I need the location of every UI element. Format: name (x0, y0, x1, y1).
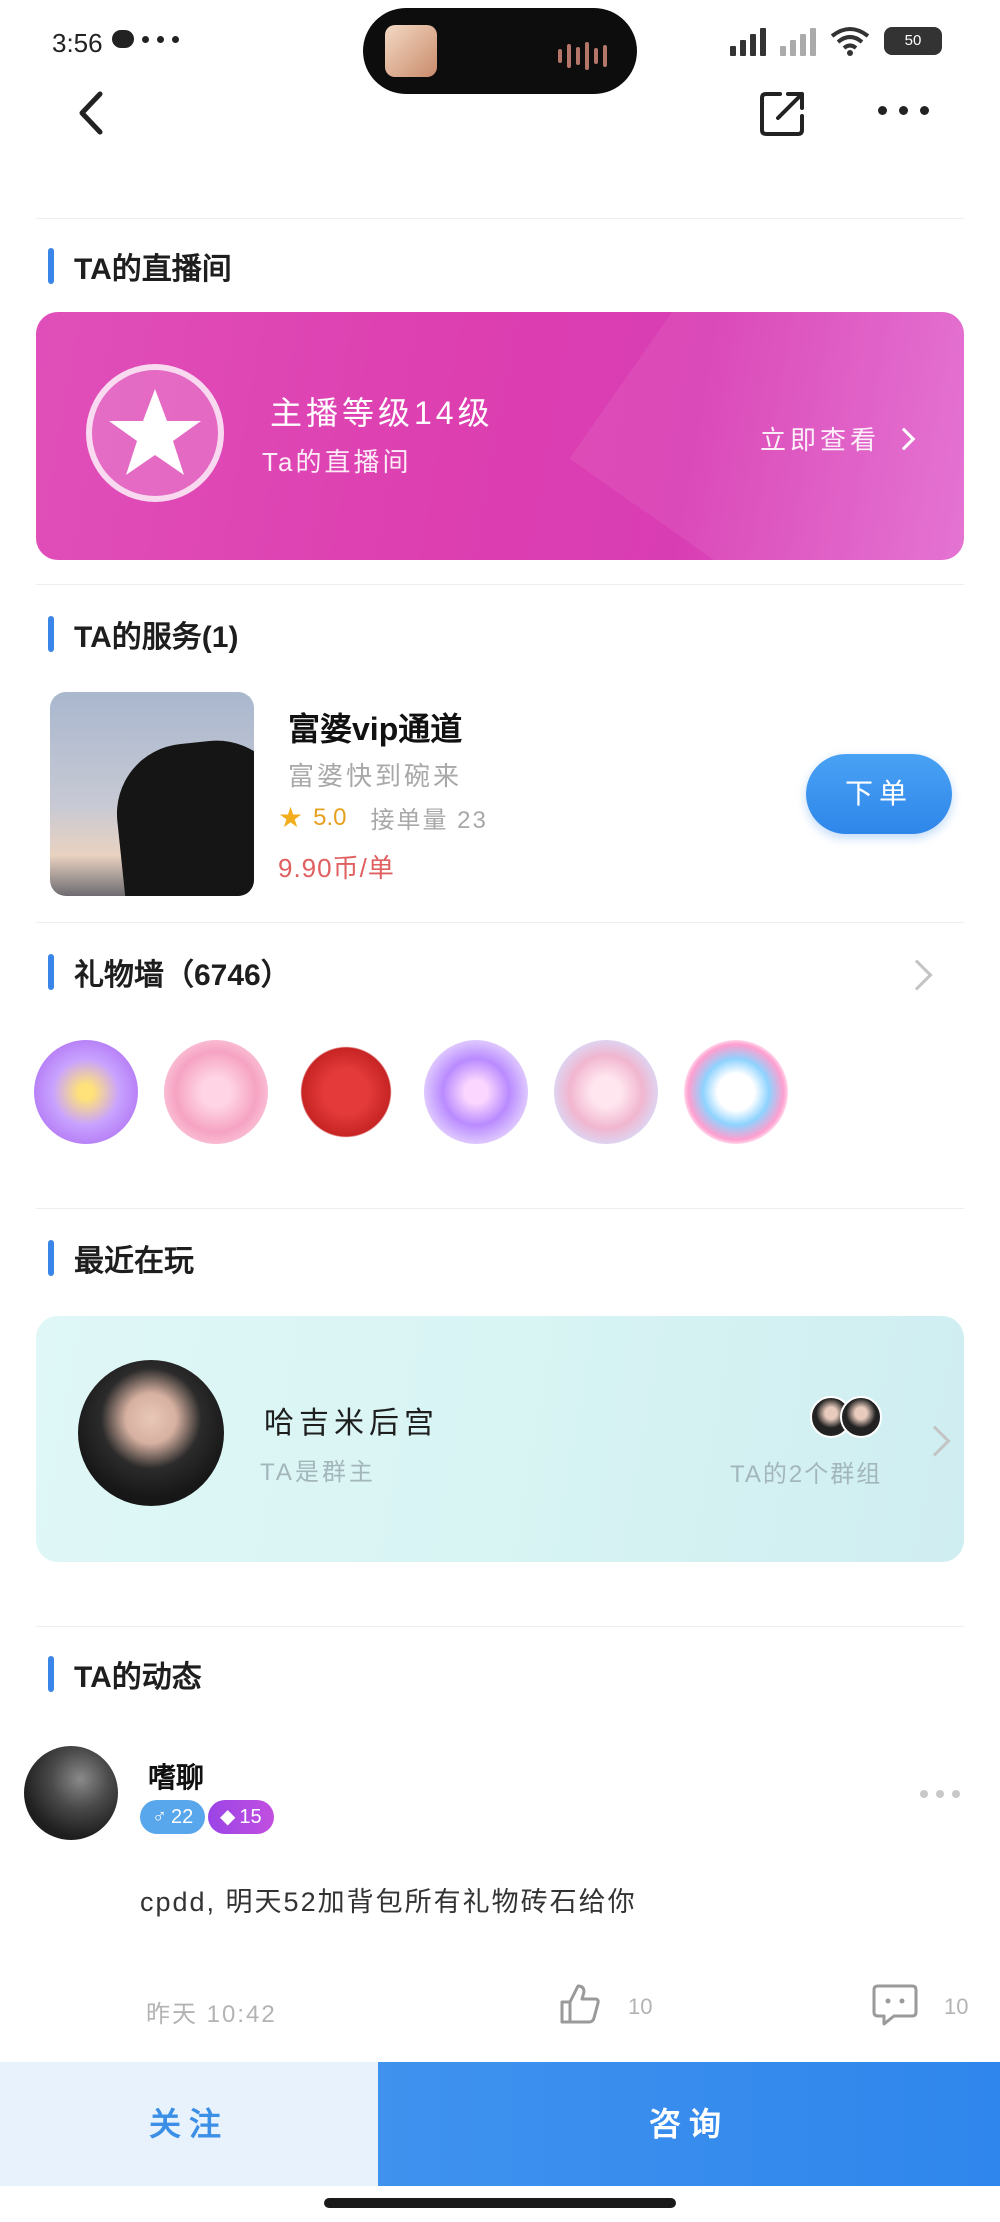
service-price: 9.90币/单 (278, 853, 395, 883)
group-role: TA是群主 (260, 1459, 376, 1486)
gift-icon[interactable] (34, 1040, 138, 1144)
anchor-level: 主播等级14级 (270, 395, 494, 431)
live-section-title: TA的直播间 (74, 253, 232, 286)
service-section-header: TA的服务(1) (48, 612, 238, 656)
gift-section-header[interactable]: 礼物墙（6746） (48, 950, 291, 994)
group-name: 哈吉米后宫 (264, 1407, 439, 1440)
share-icon[interactable] (758, 88, 808, 138)
service-rating: ★ 5.0 接单量 23 (278, 800, 488, 835)
bottom-action-bar: 关注 咨询 (0, 2062, 1000, 2186)
wifi-icon (830, 27, 870, 56)
chevron-right-icon (919, 1425, 951, 1457)
heart-gift-icon[interactable] (294, 1040, 398, 1144)
audio-wave-icon (558, 42, 607, 70)
gender-age-badge: ♂ 22 (140, 1800, 206, 1834)
top-nav (0, 88, 1000, 228)
divider (36, 584, 964, 585)
group-member-avatars (810, 1396, 882, 1438)
post-more-icon[interactable] (920, 1790, 960, 1798)
section-accent-bar (48, 1656, 54, 1692)
divider (36, 922, 964, 923)
cellular-signal-2-icon (780, 26, 816, 56)
now-playing-thumbnail (385, 25, 437, 77)
gift-icon[interactable] (164, 1040, 268, 1144)
rating-star-icon: ★ (278, 802, 304, 833)
rating-score: 5.0 (313, 803, 347, 831)
gift-icon[interactable] (684, 1040, 788, 1144)
chevron-right-icon[interactable] (901, 959, 933, 991)
post-avatar[interactable] (24, 1746, 118, 1840)
follow-button[interactable]: 关注 (0, 2062, 378, 2186)
order-count: 接单量 23 (370, 807, 488, 834)
service-section-title: TA的服务(1) (74, 621, 239, 654)
playing-section-title: 最近在玩 (74, 1245, 194, 1278)
consult-button[interactable]: 咨询 (378, 2062, 1000, 2186)
view-now-label: 立即查看 (760, 425, 881, 455)
service-name[interactable]: 富婆vip通道 (288, 704, 462, 750)
live-room-label: Ta的直播间 (262, 447, 412, 477)
post-username[interactable]: 嗜聊 (148, 1756, 204, 1796)
service-description: 富婆快到碗来 (288, 761, 463, 791)
order-button[interactable]: 下单 (806, 754, 952, 834)
section-accent-bar (48, 1240, 54, 1276)
gift-icon[interactable] (424, 1040, 528, 1144)
diamond-icon: ◆ (220, 1806, 236, 1828)
moments-section-header: TA的动态 (48, 1652, 202, 1696)
cellular-signal-icon (730, 26, 766, 56)
live-section-header: TA的直播间 (48, 244, 232, 288)
battery-indicator: 50 (884, 27, 942, 55)
chevron-right-icon (892, 427, 916, 450)
divider (36, 218, 964, 219)
section-accent-bar (48, 616, 54, 652)
like-count: 10 (628, 1994, 653, 2019)
playing-section-header: 最近在玩 (48, 1236, 194, 1280)
section-accent-bar (48, 954, 54, 990)
divider (36, 1208, 964, 1209)
level-badge: ◆ 15 (208, 1800, 274, 1834)
status-time: 3:56 (52, 28, 103, 58)
moments-section-title: TA的动态 (74, 1661, 202, 1694)
gift-icon[interactable] (554, 1040, 658, 1144)
star-icon (86, 364, 224, 502)
thumbs-up-icon[interactable] (558, 1982, 602, 2026)
dynamic-island[interactable] (363, 8, 637, 94)
status-notification-icons (112, 30, 179, 48)
post-text: cpdd, 明天52加背包所有礼物砖石给你 (140, 1887, 637, 1917)
status-indicators: 50 (730, 26, 942, 56)
home-indicator[interactable] (324, 2198, 676, 2208)
male-icon: ♂ (152, 1806, 167, 1828)
section-accent-bar (48, 248, 54, 284)
view-now-link[interactable]: 立即查看 (760, 420, 916, 457)
back-arrow-icon[interactable] (70, 88, 114, 138)
service-thumbnail[interactable] (50, 692, 254, 896)
group-count: TA的2个群组 (730, 1461, 883, 1488)
status-bar: 3:56 50 (0, 0, 1000, 94)
gift-section-title: 礼物墙（6746） (74, 959, 291, 992)
recent-group-card[interactable]: 哈吉米后宫 TA是群主 TA的2个群组 (36, 1316, 964, 1562)
group-avatar (78, 1360, 224, 1506)
comment-icon[interactable] (872, 1982, 918, 2026)
gift-wall (34, 1040, 788, 1144)
comment-count: 10 (944, 1994, 969, 2019)
live-room-card[interactable]: 主播等级14级 Ta的直播间 立即查看 (36, 312, 964, 560)
post-time: 昨天 10:42 (146, 2001, 277, 2028)
divider (36, 1626, 964, 1627)
more-options-icon[interactable] (878, 106, 929, 115)
